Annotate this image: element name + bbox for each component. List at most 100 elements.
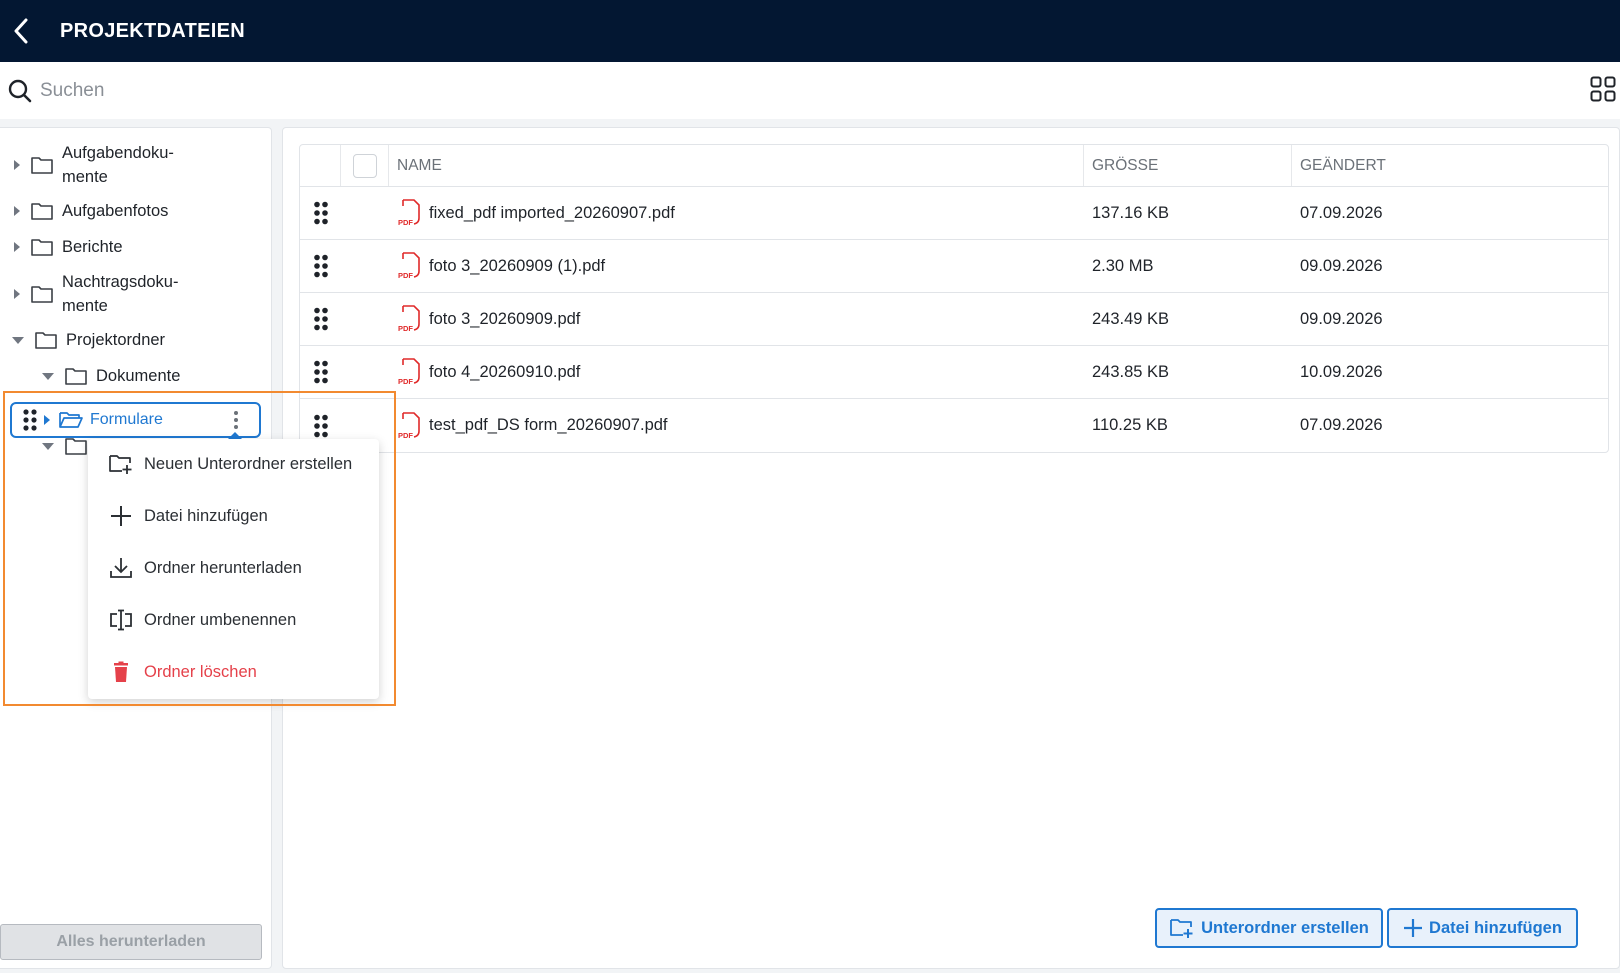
file-date-cell: 10.09.2026 <box>1300 362 1383 381</box>
file-name-cell[interactable]: PDF foto 3_20260909 (1).pdf <box>389 240 1084 292</box>
tree-item-label: mente <box>62 168 108 186</box>
search-icon <box>0 79 40 103</box>
folder-icon <box>31 203 53 220</box>
grid-view-toggle[interactable] <box>1590 76 1616 107</box>
menu-item-rename-folder[interactable]: Ordner umbenennen <box>108 605 296 635</box>
grid-view-icon <box>1590 76 1616 102</box>
table-row[interactable]: PDF foto 3_20260909 (1).pdf 2.30 MB 09.09.2… <box>300 240 1608 293</box>
download-all-button[interactable]: Alles herunterladen <box>0 924 262 960</box>
drag-handle-icon[interactable] <box>313 201 329 225</box>
tree-item-dokumente[interactable]: Dokumente <box>42 364 180 388</box>
menu-item-delete-folder[interactable]: Ordner löschen <box>108 657 257 687</box>
header-select-cell <box>341 145 389 186</box>
tree-item-label: mente <box>62 297 108 315</box>
drag-handle-icon[interactable] <box>22 409 38 431</box>
table-row[interactable]: PDF test_pdf_DS form_20260907.pdf 110.25 K… <box>300 399 1608 452</box>
tree-item-label: Aufgabenfotos <box>62 202 169 220</box>
column-header-name[interactable]: NAME <box>389 145 1084 186</box>
tree-item-projektordner[interactable]: Projektordner <box>12 328 165 352</box>
svg-text:PDF: PDF <box>398 271 413 280</box>
drag-handle-icon[interactable] <box>313 254 329 278</box>
create-subfolder-label: Unterordner erstellen <box>1201 918 1369 937</box>
tree-item-aufgabendokumente[interactable]: Aufgabendoku- mente <box>14 141 174 189</box>
add-file-button[interactable]: Datei hinzufügen <box>1387 908 1578 948</box>
pdf-file-icon: PDF <box>398 199 420 227</box>
folder-plus-icon <box>109 455 132 474</box>
menu-item-download-folder[interactable]: Ordner herunterladen <box>108 553 302 583</box>
folder-context-menu: Neuen Unterordner erstellen Datei hinzuf… <box>88 439 379 699</box>
drag-handle-icon[interactable] <box>313 307 329 331</box>
search-bar <box>0 62 1620 119</box>
row-drag-cell <box>300 414 341 438</box>
row-drag-cell <box>300 307 341 331</box>
table-row[interactable]: PDF fixed_pdf imported_20260907.pdf 137.16… <box>300 187 1608 240</box>
file-name: foto 3_20260909.pdf <box>429 309 581 328</box>
caret-right-icon[interactable] <box>14 206 20 216</box>
file-date-cell: 09.09.2026 <box>1300 256 1383 275</box>
add-file-label: Datei hinzufügen <box>1429 918 1562 937</box>
file-name-cell[interactable]: PDF test_pdf_DS form_20260907.pdf <box>389 399 1084 452</box>
row-select-cell <box>341 187 389 239</box>
chevron-left-icon <box>14 18 28 44</box>
folder-plus-icon <box>1170 919 1193 938</box>
folder-icon <box>65 368 87 385</box>
file-name: foto 4_20260910.pdf <box>429 362 581 381</box>
drag-handle-icon[interactable] <box>313 414 329 438</box>
context-menu-pointer <box>228 432 242 439</box>
trash-icon <box>114 661 128 682</box>
pdf-file-icon: PDF <box>398 411 420 440</box>
file-size-cell: 137.16 KB <box>1092 203 1170 222</box>
page-title: PROJEKTDATEIEN <box>60 19 245 42</box>
caret-down-icon[interactable] <box>42 442 54 450</box>
table-body: PDF fixed_pdf imported_20260907.pdf 137.16… <box>300 187 1608 452</box>
row-drag-cell <box>300 360 341 384</box>
menu-item-label: Ordner herunterladen <box>144 558 302 577</box>
file-list-panel: NAME GRÖSSE GEÄNDERT PDF fixed_pdf import… <box>282 127 1620 969</box>
table-row[interactable]: PDF foto 4_20260910.pdf 243.85 KB 10.09.202… <box>300 346 1608 399</box>
select-all-checkbox[interactable] <box>352 153 377 178</box>
tree-item-berichte[interactable]: Berichte <box>14 235 123 259</box>
plus-icon <box>1404 919 1423 937</box>
table-row[interactable]: PDF foto 3_20260909.pdf 243.49 KB 09.09.202… <box>300 293 1608 346</box>
svg-text:PDF: PDF <box>398 218 413 227</box>
tree-item-nachtragsdokumente[interactable]: Nachtragsdoku- mente <box>14 270 178 318</box>
file-size-cell: 243.49 KB <box>1092 309 1170 328</box>
row-drag-cell <box>300 254 341 278</box>
file-name-cell[interactable]: PDF fixed_pdf imported_20260907.pdf <box>389 187 1084 239</box>
rename-icon <box>110 609 132 631</box>
tree-item-label: Berichte <box>62 238 123 256</box>
download-icon <box>110 558 132 578</box>
caret-down-icon[interactable] <box>42 372 54 380</box>
file-size-cell: 110.25 KB <box>1092 416 1168 434</box>
file-name-cell[interactable]: PDF foto 4_20260910.pdf <box>389 346 1084 398</box>
column-header-size[interactable]: GRÖSSE <box>1084 145 1292 186</box>
menu-item-label: Ordner löschen <box>144 662 257 681</box>
file-size-cell: 243.85 KB <box>1092 362 1170 381</box>
menu-item-add-file[interactable]: Datei hinzufügen <box>108 501 268 531</box>
file-name-cell[interactable]: PDF foto 3_20260909.pdf <box>389 293 1084 345</box>
caret-right-icon[interactable] <box>44 415 50 425</box>
search-input[interactable] <box>40 79 1440 102</box>
file-name: fixed_pdf imported_20260907.pdf <box>429 203 675 222</box>
folder-open-icon <box>59 412 83 428</box>
menu-item-create-subfolder[interactable]: Neuen Unterordner erstellen <box>108 449 352 479</box>
app-header: PROJEKTDATEIEN <box>0 0 1620 62</box>
tree-item-aufgabenfotos[interactable]: Aufgabenfotos <box>14 199 168 223</box>
create-subfolder-button[interactable]: Unterordner erstellen <box>1155 908 1383 948</box>
pdf-file-icon: PDF <box>398 252 420 280</box>
caret-right-icon[interactable] <box>14 242 20 252</box>
caret-right-icon[interactable] <box>14 160 20 170</box>
tree-item-formulare[interactable]: Formulare <box>10 402 261 438</box>
folder-icon <box>31 239 53 256</box>
svg-text:PDF: PDF <box>398 324 413 333</box>
svg-text:PDF: PDF <box>398 431 413 440</box>
drag-handle-icon[interactable] <box>313 360 329 384</box>
more-vertical-icon[interactable] <box>233 410 239 430</box>
caret-right-icon[interactable] <box>14 289 20 299</box>
caret-down-icon[interactable] <box>12 336 24 344</box>
back-button[interactable] <box>2 0 40 62</box>
folder-icon <box>31 157 53 174</box>
file-size-cell: 2.30 MB <box>1092 256 1154 275</box>
column-header-date[interactable]: GEÄNDERT <box>1292 145 1608 186</box>
header-drag-column <box>300 145 341 186</box>
